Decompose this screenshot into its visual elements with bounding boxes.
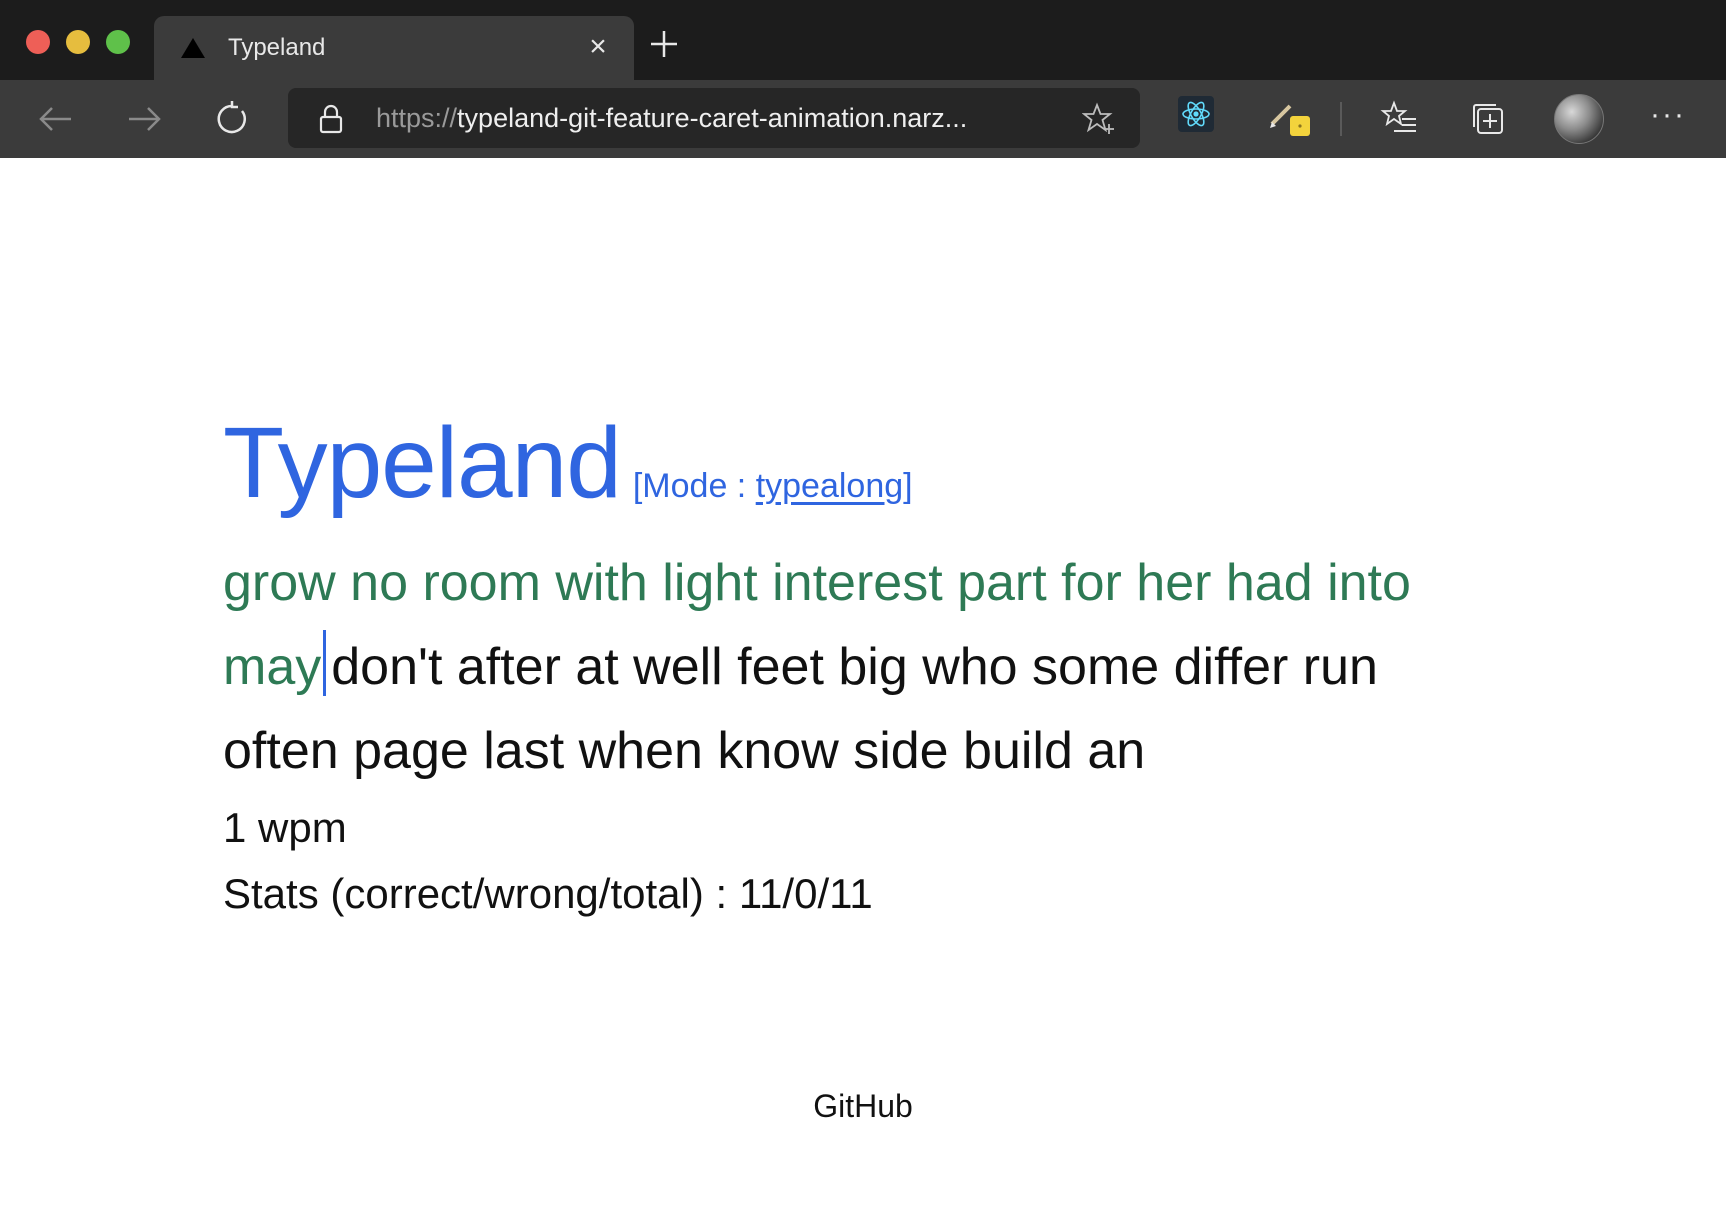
browser-toolbar: https://typeland-git-feature-caret-anima…: [0, 80, 1726, 159]
github-link[interactable]: GitHub: [813, 1088, 913, 1124]
typing-area[interactable]: grow no room with light interest part fo…: [223, 541, 1483, 793]
tab-strip: Typeland ×: [0, 0, 1726, 80]
stats-readout: Stats (correct/wrong/total) : 11/0/11: [223, 870, 873, 917]
title-row: Typeland [Mode : typealong]: [223, 413, 1523, 513]
mode-toggle-link[interactable]: typealong: [756, 467, 903, 505]
profile-avatar[interactable]: [1554, 94, 1604, 144]
url-host: typeland-git-feature-caret-animation.nar…: [457, 103, 968, 133]
url-scheme: https://: [376, 103, 458, 133]
typeland-app: Typeland [Mode : typealong] grow no room …: [223, 413, 1523, 927]
pencil-extension-icon[interactable]: [1268, 94, 1312, 138]
mode-suffix: ]: [903, 467, 913, 505]
url-text: https://typeland-git-feature-caret-anima…: [376, 103, 1056, 134]
page-title: Typeland: [223, 407, 622, 519]
toolbar-divider: [1340, 102, 1342, 136]
tab-title: Typeland: [228, 34, 326, 61]
triangle-favicon-icon: [181, 38, 205, 58]
tab-typeland[interactable]: Typeland ×: [154, 16, 634, 80]
mode-prefix: [Mode :: [632, 467, 756, 505]
maximize-window-button[interactable]: [106, 30, 130, 54]
favorites-list-icon[interactable]: [1380, 99, 1420, 139]
refresh-icon[interactable]: [212, 99, 252, 139]
minimize-window-button[interactable]: [66, 30, 90, 54]
footer: GitHub: [0, 1088, 1726, 1125]
more-options-icon[interactable]: ···: [1650, 98, 1686, 132]
close-window-button[interactable]: [26, 30, 50, 54]
react-atom-icon: [1182, 101, 1210, 127]
forward-arrow-icon[interactable]: [124, 99, 164, 139]
typing-caret: [323, 630, 327, 696]
address-bar[interactable]: https://typeland-git-feature-caret-anima…: [288, 88, 1140, 148]
new-tab-plus-icon[interactable]: [648, 28, 680, 60]
page-viewport: Typeland [Mode : typealong] grow no room …: [0, 158, 1726, 1230]
collections-icon[interactable]: [1468, 99, 1508, 139]
react-devtools-extension-icon[interactable]: [1178, 96, 1214, 132]
wpm-readout: 1 wpm: [223, 804, 347, 851]
mode-indicator: [Mode : typealong]: [633, 467, 913, 505]
back-arrow-icon[interactable]: [36, 99, 76, 139]
close-tab-icon[interactable]: ×: [584, 32, 612, 62]
browser-window: Typeland × https://typeland-git-feature-…: [0, 0, 1726, 1230]
lock-icon: [319, 104, 343, 134]
remaining-text: don't after at well feet big who some di…: [223, 638, 1378, 780]
add-favorite-star-icon[interactable]: [1082, 102, 1116, 136]
